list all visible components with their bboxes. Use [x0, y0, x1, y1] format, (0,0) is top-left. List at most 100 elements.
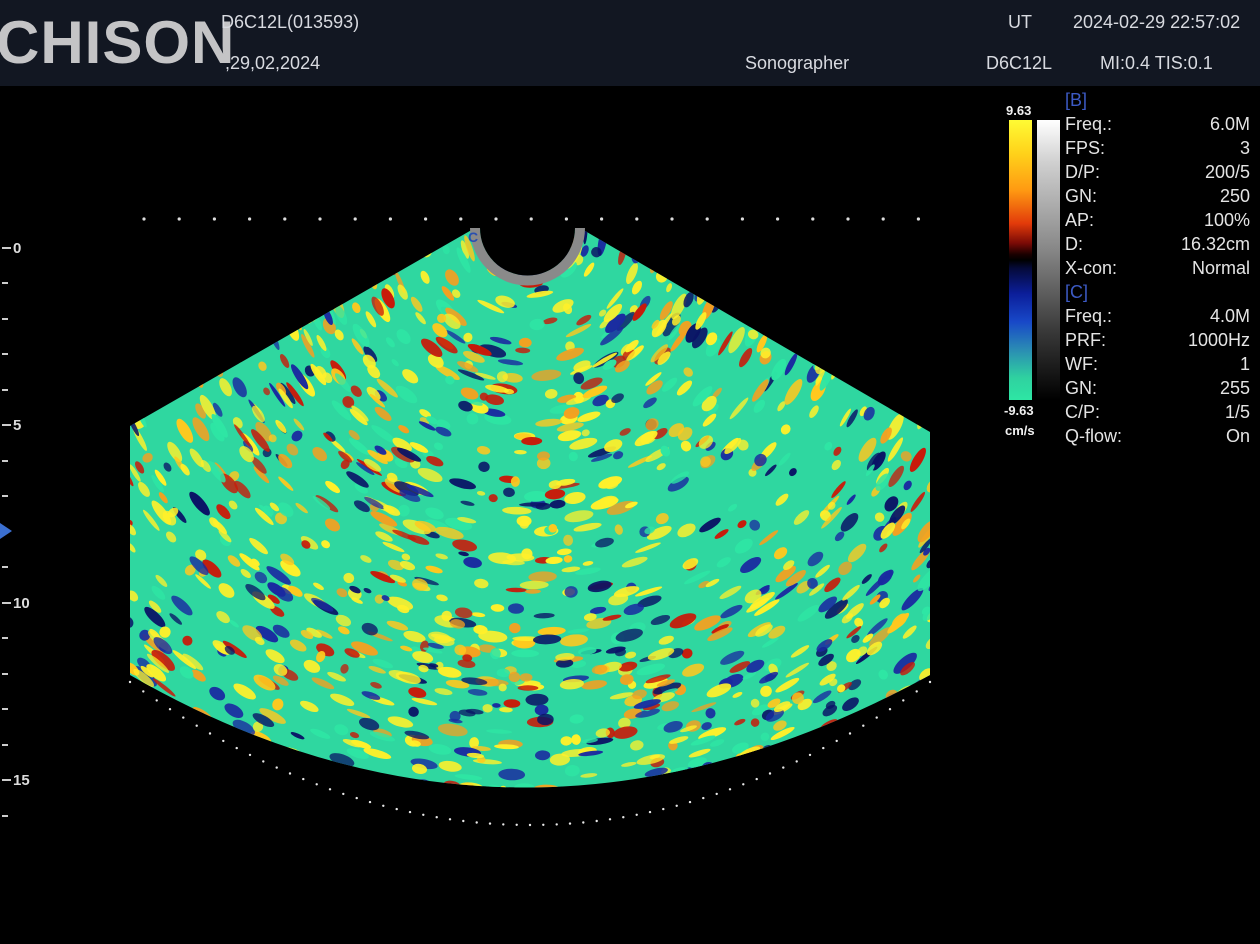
- param-row: AP: 100%: [1065, 208, 1250, 232]
- guide-dot: [302, 777, 305, 781]
- doppler-speckle: [844, 289, 857, 311]
- doppler-speckle: [903, 329, 914, 355]
- doppler-speckle: [382, 821, 413, 836]
- doppler-speckle: [912, 344, 922, 356]
- guide-dot: [142, 217, 146, 221]
- doppler-speckle: [526, 811, 537, 817]
- doppler-speckle: [310, 811, 330, 826]
- doppler-speckle: [130, 682, 135, 699]
- doppler-speckle: [558, 796, 581, 802]
- doppler-speckle: [206, 748, 215, 756]
- guide-dot: [862, 724, 865, 727]
- guide-dot: [542, 823, 545, 826]
- doppler-speckle: [897, 388, 908, 400]
- doppler-speckle: [633, 228, 645, 247]
- guide-dot: [928, 680, 932, 684]
- doppler-speckle: [841, 739, 856, 750]
- doppler-speckle: [924, 749, 930, 761]
- doppler-speckle: [130, 723, 137, 737]
- doppler-speckle: [539, 829, 567, 838]
- doppler-speckle: [822, 795, 848, 812]
- doppler-speckle: [223, 248, 233, 269]
- param-row: GN: 255: [1065, 376, 1250, 400]
- doppler-speckle: [765, 293, 776, 309]
- guide-dot: [648, 810, 652, 814]
- doppler-speckle: [248, 244, 257, 254]
- param-value: 100%: [1203, 210, 1250, 230]
- doppler-speckle: [907, 826, 927, 843]
- doppler-speckle: [421, 237, 427, 247]
- doppler-speckle: [243, 788, 271, 808]
- doppler-speckle: [150, 720, 161, 729]
- doppler-speckle: [895, 349, 905, 369]
- doppler-speckle: [164, 770, 174, 780]
- doppler-speckle: [198, 789, 213, 803]
- doppler-speckle: [584, 788, 604, 801]
- doppler-speckle: [308, 285, 320, 299]
- doppler-speckle: [872, 352, 880, 361]
- doppler-speckle: [133, 700, 152, 717]
- doppler-speckle: [146, 761, 158, 771]
- doppler-speckle: [698, 802, 728, 820]
- guide-dot: [728, 788, 732, 791]
- guide-dot: [568, 822, 572, 825]
- doppler-speckle: [224, 765, 251, 781]
- doppler-speckle: [676, 780, 701, 788]
- doppler-speckle: [137, 300, 149, 320]
- doppler-speckle: [223, 781, 249, 788]
- doppler-speckle: [138, 373, 151, 399]
- doppler-speckle: [794, 217, 801, 227]
- doppler-speckle: [179, 726, 197, 740]
- doppler-speckle: [260, 294, 273, 317]
- doppler-speckle: [521, 548, 533, 560]
- color-mode-title: [C]: [1065, 282, 1089, 302]
- doppler-speckle: [216, 817, 230, 831]
- guide-dot: [835, 739, 838, 743]
- doppler-speckle: [168, 350, 178, 368]
- doppler-speckle: [769, 813, 788, 825]
- doppler-speckle: [203, 293, 216, 311]
- doppler-speckle: [438, 228, 446, 239]
- doppler-speckle: [223, 328, 237, 356]
- param-key: AP:: [1065, 210, 1095, 230]
- doppler-speckle: [817, 252, 823, 272]
- doppler-speckle: [130, 786, 145, 788]
- doppler-speckle: [205, 343, 218, 357]
- doppler-speckle: [885, 388, 894, 402]
- guide-dot: [368, 800, 372, 804]
- doppler-speckle: [353, 819, 366, 832]
- doppler-speckle: [917, 402, 930, 430]
- doppler-speckle: [193, 800, 211, 816]
- guide-dot: [881, 217, 885, 221]
- doppler-speckle: [864, 736, 877, 750]
- doppler-speckle: [330, 816, 348, 828]
- param-key: Freq.:: [1065, 114, 1113, 134]
- doppler-speckle: [763, 288, 772, 305]
- guide-dot: [916, 217, 921, 221]
- doppler-speckle: [856, 323, 867, 344]
- doppler-speckle: [218, 297, 231, 316]
- param-row: D/P: 200/5: [1065, 160, 1250, 184]
- doppler-speckle: [600, 828, 616, 839]
- doppler-speckle: [647, 241, 657, 263]
- doppler-speckle: [349, 260, 359, 273]
- doppler-speckle: [564, 790, 591, 802]
- doppler-speckle: [250, 805, 279, 827]
- doppler-speckle: [828, 730, 855, 748]
- doppler-speckle: [300, 804, 319, 816]
- doppler-speckle: [270, 778, 280, 788]
- guide-dot: [662, 807, 665, 811]
- doppler-speckle: [866, 718, 891, 737]
- doppler-speckle: [210, 323, 220, 333]
- doppler-speckle: [720, 810, 742, 823]
- doppler-speckle: [400, 214, 405, 223]
- doppler-speckle: [276, 265, 285, 292]
- param-key: X-con:: [1065, 258, 1118, 278]
- guide-dot: [459, 217, 463, 221]
- doppler-speckle: [780, 802, 797, 818]
- guide-dot: [564, 217, 569, 221]
- guide-dot: [155, 699, 158, 702]
- guide-dot: [702, 796, 705, 800]
- doppler-speckle: [241, 800, 267, 815]
- doppler-speckle: [410, 819, 421, 826]
